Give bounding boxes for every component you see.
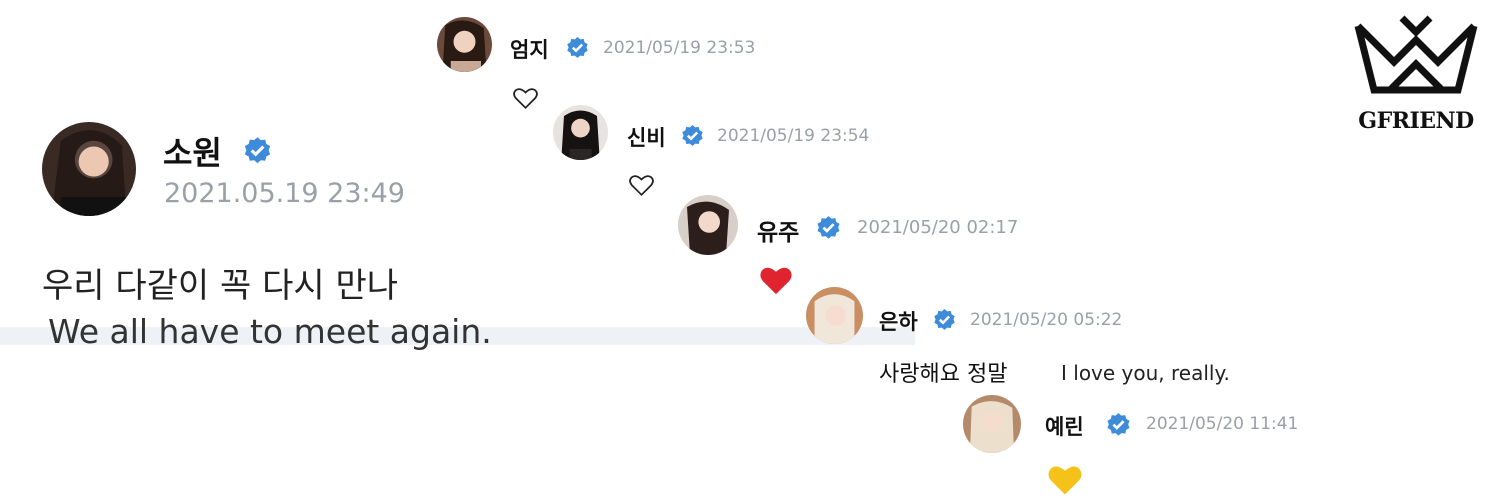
verified-badge-icon	[680, 124, 705, 149]
reply-author-name[interactable]: 유주	[757, 213, 799, 247]
reply-author-name[interactable]: 은하	[879, 306, 918, 336]
reply-text-english: I love you, really.	[1061, 361, 1230, 385]
main-post-text-korean: 우리 다같이 꼭 다시 만나	[42, 266, 399, 306]
red-heart-icon	[759, 264, 793, 296]
reply-text-korean: 사랑해요 정말	[879, 362, 1008, 387]
main-timestamp: 2021.05.19 23:49	[164, 178, 405, 209]
white-heart-icon	[512, 86, 539, 110]
verified-badge-icon	[242, 136, 273, 167]
verified-badge-icon	[932, 308, 957, 333]
avatar[interactable]	[437, 17, 492, 72]
main-post-text-english: We all have to meet again.	[48, 312, 492, 351]
crown-logo-icon	[1354, 15, 1478, 94]
yellow-heart-icon	[1047, 463, 1083, 496]
reply-author-name[interactable]: 신비	[627, 122, 666, 152]
verified-badge-icon	[815, 215, 842, 242]
avatar[interactable]	[42, 122, 136, 216]
reply-timestamp: 2021/05/19 23:54	[717, 126, 870, 146]
reply-timestamp: 2021/05/19 23:53	[603, 38, 756, 58]
avatar[interactable]	[963, 395, 1021, 453]
logo-text: GFRIEND	[1358, 108, 1474, 134]
main-author-name[interactable]: 소원	[163, 128, 222, 174]
avatar[interactable]	[553, 105, 608, 160]
reply-author-name[interactable]: 엄지	[510, 34, 549, 64]
avatar[interactable]	[678, 195, 738, 255]
verified-badge-icon	[1105, 412, 1132, 439]
verified-badge-icon	[565, 36, 590, 61]
avatar[interactable]	[806, 287, 863, 344]
reply-author-name[interactable]: 예린	[1045, 411, 1084, 441]
white-heart-icon	[628, 173, 655, 197]
gfriend-logo: GFRIEND	[1350, 12, 1482, 137]
reply-timestamp: 2021/05/20 02:17	[857, 217, 1019, 238]
reply-timestamp: 2021/05/20 11:41	[1146, 414, 1299, 434]
reply-timestamp: 2021/05/20 05:22	[970, 310, 1123, 330]
